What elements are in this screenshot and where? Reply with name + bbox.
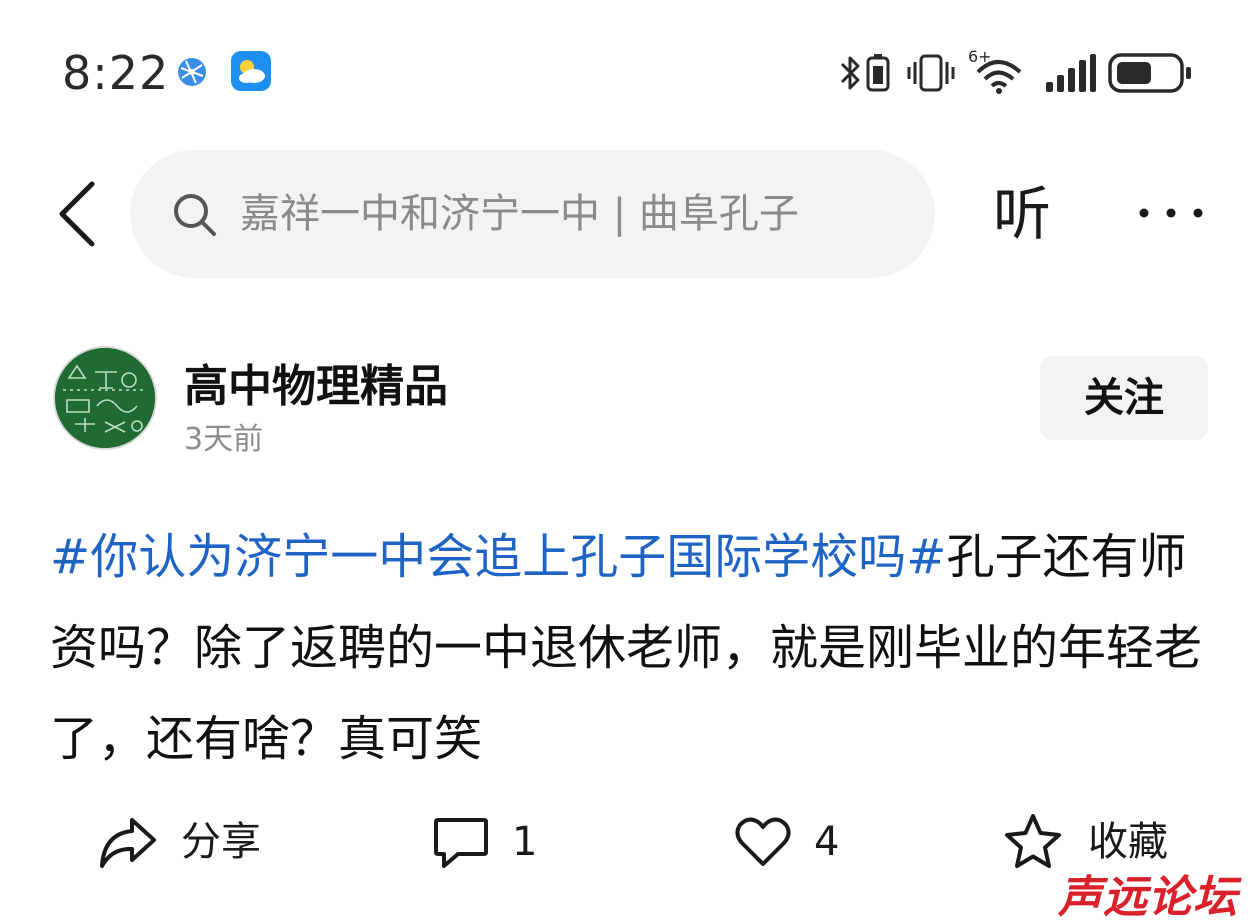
post-hashtag[interactable]: #你认为济宁一中会追上孔子国际学校吗# [50,529,946,585]
site-watermark: 声远论坛 [1058,872,1254,924]
ellipsis-icon [1139,208,1203,218]
like-button[interactable]: 4 [734,806,854,876]
comment-count: 1 [512,819,538,865]
post-content: #你认为济宁一中会追上孔子国际学校吗#孔子还有师资吗？除了返聘的一中退休老师，就… [50,512,1210,785]
avatar-image [55,348,155,448]
back-button[interactable] [52,178,108,250]
status-bar: 8:22 6+ [0,0,1260,140]
search-bar[interactable]: 嘉祥一中和济宁一中 | 曲阜孔子 [130,150,935,278]
heart-icon [735,817,791,866]
search-icon [174,194,216,236]
author-name[interactable]: 高中物理精品 [184,350,448,414]
share-button[interactable]: 分享 [98,806,278,876]
battery-icon [1108,52,1194,98]
author-avatar[interactable] [53,346,157,450]
status-time: 8:22 [62,46,170,100]
comment-icon [434,818,488,868]
cell-signal-icon [1044,54,1096,96]
bluetooth-icon [838,52,894,98]
weather-app-icon [230,50,272,96]
network-globe-icon [176,56,208,92]
vibrate-icon [906,52,956,98]
comment-button[interactable]: 1 [432,806,552,876]
share-label: 分享 [181,819,261,865]
like-count: 4 [814,819,840,865]
star-icon [1005,814,1061,868]
favorite-button[interactable]: 收藏 [1002,806,1182,876]
post-time: 3天前 [184,422,264,457]
watermark-text: 声远论坛 [1058,872,1238,923]
share-icon [100,818,156,868]
chevron-left-icon [59,181,95,247]
wifi-icon: 6+ [968,46,1028,98]
favorite-label: 收藏 [1088,819,1168,865]
follow-button[interactable]: 关注 [1040,356,1208,440]
listen-button[interactable]: 听 [993,178,1051,250]
search-query-text: 嘉祥一中和济宁一中 | 曲阜孔子 [240,191,799,237]
more-button[interactable] [1136,196,1206,230]
